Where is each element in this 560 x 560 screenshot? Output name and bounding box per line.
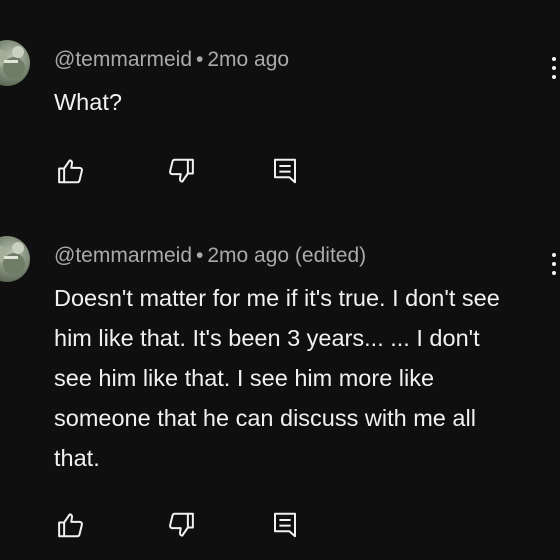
more-vert-icon[interactable] xyxy=(547,250,559,280)
comment-meta: @temmarmeid • 2mo ago (edited) xyxy=(54,244,366,268)
meta-separator: • xyxy=(196,244,204,267)
thumbs-up-icon xyxy=(58,159,83,184)
comment-text: What? xyxy=(54,89,122,115)
dislike-button[interactable] xyxy=(164,154,198,188)
more-vert-icon[interactable] xyxy=(547,54,559,84)
thumbs-down-icon xyxy=(169,158,194,183)
comment-meta: @temmarmeid • 2mo ago xyxy=(54,48,289,72)
reply-icon xyxy=(274,512,296,538)
comment-time: 2mo ago xyxy=(207,48,290,71)
like-button[interactable] xyxy=(54,154,88,188)
comment-author[interactable]: @temmarmeid xyxy=(54,48,192,71)
thumbs-down-icon xyxy=(169,512,194,537)
reply-button[interactable] xyxy=(268,508,302,542)
reply-icon xyxy=(274,158,296,184)
like-button[interactable] xyxy=(54,508,88,542)
thumbs-up-icon xyxy=(58,513,83,538)
avatar[interactable] xyxy=(0,40,30,86)
meta-separator: • xyxy=(196,48,204,71)
comment-author[interactable]: @temmarmeid xyxy=(54,244,192,267)
reply-button[interactable] xyxy=(268,154,302,188)
dislike-button[interactable] xyxy=(164,508,198,542)
comment-time: 2mo ago (edited) xyxy=(207,244,367,267)
avatar[interactable] xyxy=(0,236,30,282)
comment-text: Doesn't matter for me if it's true. I do… xyxy=(54,285,500,471)
